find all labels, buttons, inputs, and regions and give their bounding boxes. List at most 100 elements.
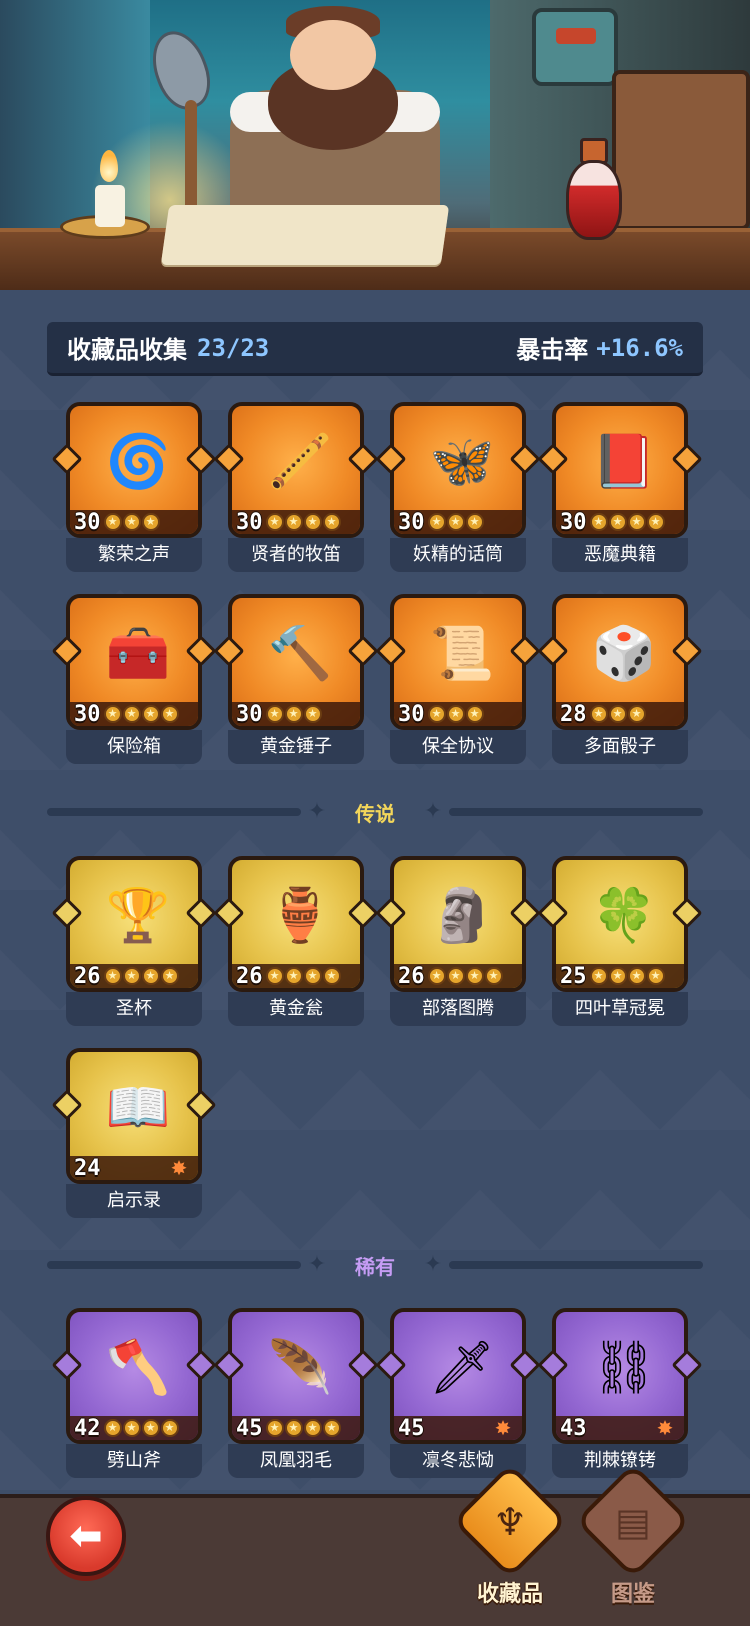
level-bar: 24 ✸: [70, 1156, 198, 1180]
item-level: 30: [398, 701, 425, 727]
back-button[interactable]: ⬅: [46, 1496, 126, 1576]
star-rating: ★ ★ ★ ★: [427, 967, 504, 985]
star-icon: ★: [646, 967, 665, 985]
level-bar: 28 ★ ★ ★: [556, 702, 684, 726]
card-frame: 🏆 26 ★ ★ ★ ★: [66, 856, 202, 992]
star-icon: ★: [589, 705, 608, 723]
grail-icon: 🏆: [105, 886, 171, 946]
star-icon: ★: [303, 705, 322, 723]
collectible-card[interactable]: ⛓ 43 ✸ 荆棘镣铐: [537, 1308, 703, 1478]
star-icon: ★: [265, 705, 284, 723]
book-icon: ▤: [615, 1500, 651, 1544]
collectible-card[interactable]: 🔨 30 ★ ★ ★ 黄金锤子: [213, 594, 379, 764]
level-bar: 26 ★ ★ ★ ★: [232, 964, 360, 988]
orb-icon: 🌀: [105, 432, 171, 492]
star-icon: ★: [160, 705, 179, 723]
collectible-card[interactable]: 🦋 30 ★ ★ ★ 妖精的话筒: [375, 402, 541, 572]
butterfly-mic-icon: 🦋: [429, 432, 495, 492]
star-icon: ★: [608, 705, 627, 723]
star-icon: ★: [122, 705, 141, 723]
star-rating: ★ ★ ★: [103, 513, 161, 531]
level-bar: 43 ✸: [556, 1416, 684, 1440]
collectible-card[interactable]: 🧰 30 ★ ★ ★ ★ 保险箱: [51, 594, 217, 764]
star-icon: ★: [103, 705, 122, 723]
clover-crown-icon: 🍀: [591, 886, 657, 946]
item-name: 荆棘镣铐: [552, 1444, 688, 1478]
star-icon: ★: [465, 705, 484, 723]
level-bar: 45 ✸: [394, 1416, 522, 1440]
star-icon: ★: [446, 513, 465, 531]
star-icon: ★: [427, 967, 446, 985]
card-frame: ⛓ 43 ✸: [552, 1308, 688, 1444]
collection-title: 收藏品收集: [67, 336, 187, 364]
item-name: 恶魔典籍: [552, 538, 688, 572]
item-level: 30: [236, 701, 263, 727]
star-icon: ★: [627, 967, 646, 985]
dice-icon: 🎲: [591, 624, 657, 684]
card-frame: 🌀 30 ★ ★ ★: [66, 402, 202, 538]
tab-label-collectibles: 收藏品: [476, 1582, 543, 1607]
item-name: 部落图腾: [390, 992, 526, 1026]
star-icon: ★: [103, 1419, 122, 1437]
axe-icon: 🪓: [105, 1338, 171, 1398]
card-frame: 🎲 28 ★ ★ ★: [552, 594, 688, 730]
collectible-card[interactable]: 🏺 26 ★ ★ ★ ★ 黄金瓮: [213, 856, 379, 1026]
star-icon: ★: [589, 513, 608, 531]
star-icon: ★: [484, 967, 503, 985]
collectible-card[interactable]: 📜 30 ★ ★ ★ 保全协议: [375, 594, 541, 764]
star-icon: ★: [322, 967, 341, 985]
crit-rate-label: 暴击率: [516, 336, 589, 364]
star-rating: ★ ★ ★ ★: [589, 967, 666, 985]
star-icon: ★: [141, 967, 160, 985]
collectible-card[interactable]: 🍀 25 ★ ★ ★ ★ 四叶草冠冕: [537, 856, 703, 1026]
flute-icon: 🪈: [267, 432, 333, 492]
collectible-card[interactable]: 🌀 30 ★ ★ ★ 繁荣之声: [51, 402, 217, 572]
collectible-card[interactable]: 🗡 45 ✸ 凛冬悲恸: [375, 1308, 541, 1478]
item-level: 26: [398, 963, 425, 989]
item-name: 妖精的话筒: [390, 538, 526, 572]
star-icon: ★: [122, 513, 141, 531]
open-book-icon: 📖: [105, 1078, 171, 1138]
item-name: 繁荣之声: [66, 538, 202, 572]
section-title-legend: 传说: [355, 801, 395, 826]
level-bar: 25 ★ ★ ★ ★: [556, 964, 684, 988]
card-frame: 🦋 30 ★ ★ ★: [390, 402, 526, 538]
item-level: 30: [74, 701, 101, 727]
level-bar: 30 ★ ★ ★ ★: [556, 510, 684, 534]
demon-book-icon: 📕: [591, 432, 657, 492]
collectible-card[interactable]: 🗿 26 ★ ★ ★ ★ 部落图腾: [375, 856, 541, 1026]
item-level: 26: [74, 963, 101, 989]
level-bar: 30 ★ ★ ★ ★: [232, 510, 360, 534]
tab-codex[interactable]: ▤ 图鉴: [575, 1463, 691, 1610]
card-frame: 📕 30 ★ ★ ★ ★: [552, 402, 688, 538]
collectible-card[interactable]: 🪈 30 ★ ★ ★ ★ 贤者的牧笛: [213, 402, 379, 572]
star-icon: ★: [103, 513, 122, 531]
collectible-card[interactable]: 📕 30 ★ ★ ★ ★ 恶魔典籍: [537, 402, 703, 572]
star-icon: ★: [427, 513, 446, 531]
collectible-card[interactable]: 🎲 28 ★ ★ ★ 多面骰子: [537, 594, 703, 764]
collectible-card[interactable]: 📖 24 ✸ 启示录: [51, 1048, 217, 1218]
section-title-rare: 稀有: [355, 1254, 395, 1279]
star-icon: ★: [303, 1419, 322, 1437]
item-level: 30: [236, 509, 263, 535]
star-icon: ★: [265, 967, 284, 985]
tab-collectibles[interactable]: ♆ 收藏品: [452, 1463, 568, 1610]
card-frame: 🍀 25 ★ ★ ★ ★: [552, 856, 688, 992]
star-rating: ★ ★ ★: [265, 705, 323, 723]
hammer-icon: 🔨: [267, 624, 333, 684]
card-frame: 🗡 45 ✸: [390, 1308, 526, 1444]
collectible-card[interactable]: 🪶 45 ★ ★ ★ ★ 凤凰羽毛: [213, 1308, 379, 1478]
star-icon: ★: [284, 705, 303, 723]
sparkle-icon: ✦: [307, 799, 327, 824]
star-rating: ★ ★ ★ ★: [103, 1419, 180, 1437]
phoenix-feather-icon: 🪶: [267, 1338, 333, 1398]
card-frame: 🔨 30 ★ ★ ★: [228, 594, 364, 730]
level-bar: 45 ★ ★ ★ ★: [232, 1416, 360, 1440]
collectible-card[interactable]: 🏆 26 ★ ★ ★ ★ 圣杯: [51, 856, 217, 1026]
item-name: 黄金瓮: [228, 992, 364, 1026]
item-name: 启示录: [66, 1184, 202, 1218]
star-icon: ★: [141, 1419, 160, 1437]
star-icon: ★: [122, 1419, 141, 1437]
star-icon: ★: [446, 967, 465, 985]
collectible-card[interactable]: 🪓 42 ★ ★ ★ ★ 劈山斧: [51, 1308, 217, 1478]
